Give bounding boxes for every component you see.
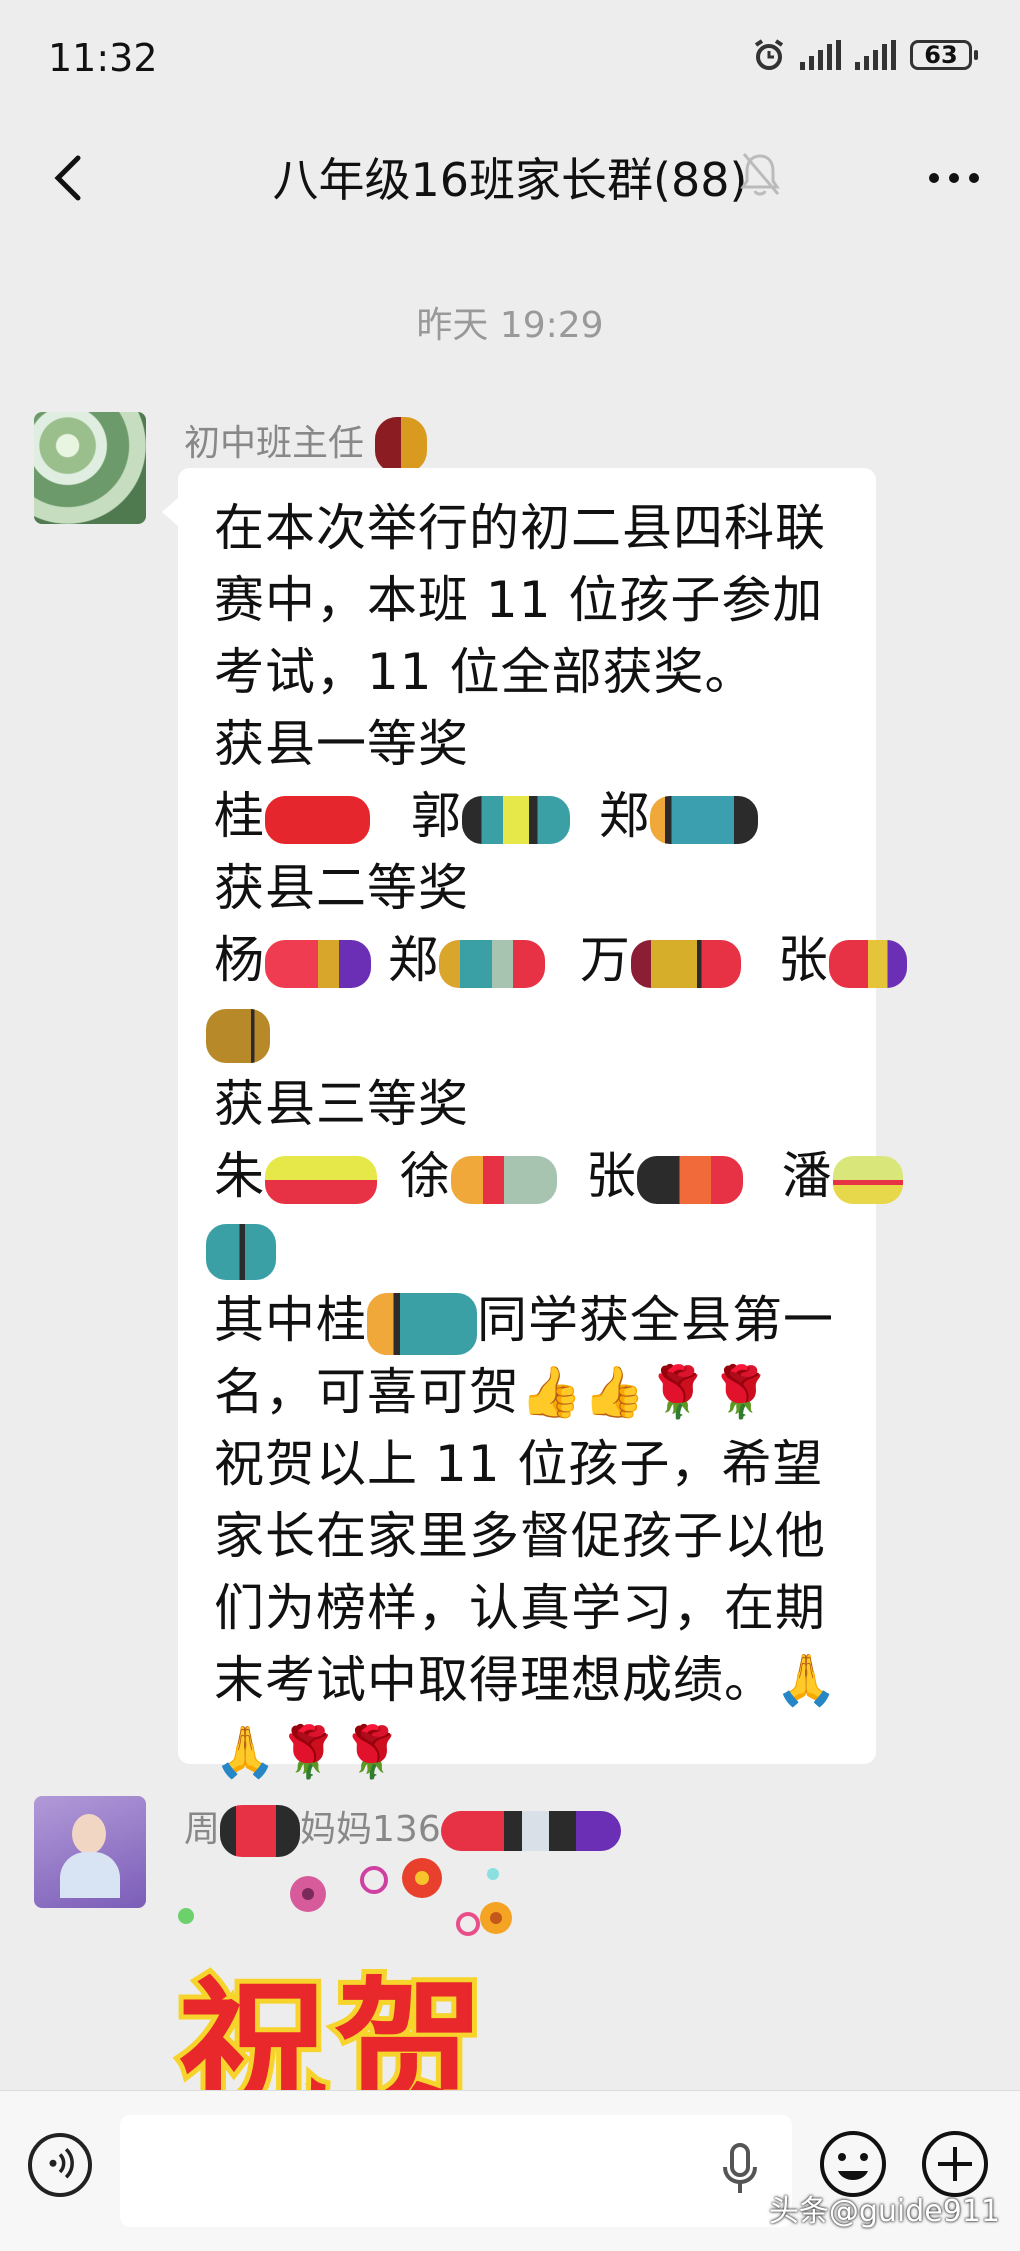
message-line: 朱 徐 张 潘 xyxy=(214,1140,903,1212)
status-time: 11:32 xyxy=(48,36,158,80)
redacted-name xyxy=(206,1008,270,1063)
redacted-name xyxy=(450,1155,557,1204)
voice-icon[interactable] xyxy=(28,2133,92,2197)
more-dots-icon[interactable] xyxy=(924,148,984,208)
sender-name: 初中班主任 xyxy=(184,414,428,473)
message-line: 获县三等奖 xyxy=(214,1075,469,1133)
signal-icon-2 xyxy=(855,40,896,70)
redacted-mosaic xyxy=(220,1805,301,1857)
redacted-name xyxy=(828,939,907,988)
message-line xyxy=(206,1212,852,1284)
message-line: 获县二等奖 xyxy=(214,859,469,917)
status-icons: 63 xyxy=(752,38,978,72)
student-surname: 朱 xyxy=(214,1147,265,1205)
redacted-mosaic xyxy=(440,1811,621,1851)
message-line: 名，可喜可贺👍👍🌹🌹 xyxy=(214,1363,774,1421)
student-surname: 张 xyxy=(585,1147,637,1205)
message-text: 同学获全县第一 xyxy=(477,1291,834,1349)
message-line: 桂 郭 郑 xyxy=(214,780,852,852)
student-surname: 郑 xyxy=(598,787,650,845)
message-line: 获县一等奖 xyxy=(214,715,469,773)
message-line: 赛中，本班 11 位孩子参加 xyxy=(214,571,824,629)
message-line: 在本次举行的初二县四科联 xyxy=(214,499,826,557)
redacted-name xyxy=(265,939,371,988)
message-line xyxy=(206,996,852,1068)
redacted-name xyxy=(265,795,370,844)
battery-icon: 63 xyxy=(910,40,978,70)
chat-timestamp: 昨天 19:29 xyxy=(416,305,604,346)
message-bubble[interactable]: 在本次举行的初二县四科联 赛中，本班 11 位孩子参加 考试，11 位全部获奖。… xyxy=(162,468,907,1781)
message-text: 其中桂 xyxy=(214,1291,367,1349)
student-surname: 郑 xyxy=(387,931,439,989)
message-line: 末考试中取得理想成绩。🙏 xyxy=(214,1651,839,1709)
message-line: 其中桂 同学获全县第一 xyxy=(214,1284,852,1356)
avatar[interactable] xyxy=(34,1796,146,1908)
signal-icon xyxy=(800,40,841,70)
message-line: 祝贺以上 11 位孩子，希望 xyxy=(214,1435,824,1493)
message-line: 考试，11 位全部获奖。 xyxy=(214,643,756,701)
redacted-name xyxy=(630,939,741,988)
redacted-name xyxy=(636,1155,743,1204)
student-surname: 郭 xyxy=(410,787,462,845)
student-surname: 徐 xyxy=(399,1147,451,1205)
student-surname: 万 xyxy=(579,931,631,989)
message-line: 🙏🌹🌹 xyxy=(214,1723,404,1781)
mic-icon[interactable] xyxy=(720,2141,760,2197)
student-surname: 桂 xyxy=(214,787,265,845)
avatar-face xyxy=(72,1814,106,1854)
alarm-icon xyxy=(754,39,784,70)
status-bar: 11:32 63 xyxy=(0,0,1020,118)
redacted-name xyxy=(265,1155,377,1204)
redacted-name xyxy=(438,939,545,988)
message-line: 们为榜样，认真学习，在期 xyxy=(214,1579,826,1637)
avatar[interactable] xyxy=(34,412,146,524)
sender-name-text: 周 xyxy=(184,1809,221,1850)
bell-off-icon xyxy=(740,153,780,196)
student-surname: 杨 xyxy=(214,931,265,989)
redacted-name xyxy=(649,795,758,844)
redacted-name xyxy=(832,1155,903,1204)
student-surname: 潘 xyxy=(781,1147,833,1205)
redacted-name xyxy=(206,1223,276,1280)
chat-title: 八年级16班家长群(88) xyxy=(272,153,748,207)
congrats-sticker[interactable]: 祝贺 xyxy=(173,1854,538,2143)
student-surname: 张 xyxy=(777,931,829,989)
avatar-body xyxy=(60,1852,120,1898)
title-bar: 八年级16班家长群(88) xyxy=(0,118,1020,238)
message-line: 家长在家里多督促孩子以他 xyxy=(214,1507,826,1565)
sender-name-text: 妈妈136 xyxy=(300,1809,441,1850)
redacted-mosaic xyxy=(375,417,428,473)
redacted-name xyxy=(367,1292,477,1355)
message-line: 杨 郑 万 张 xyxy=(214,924,907,996)
redacted-name xyxy=(461,795,570,844)
sender-name-text: 初中班主任 xyxy=(184,423,365,464)
sender-name: 周 妈妈136 xyxy=(184,1800,621,1857)
message-input[interactable] xyxy=(120,2115,792,2227)
watermark: 头条@guide911 xyxy=(768,2194,1000,2229)
